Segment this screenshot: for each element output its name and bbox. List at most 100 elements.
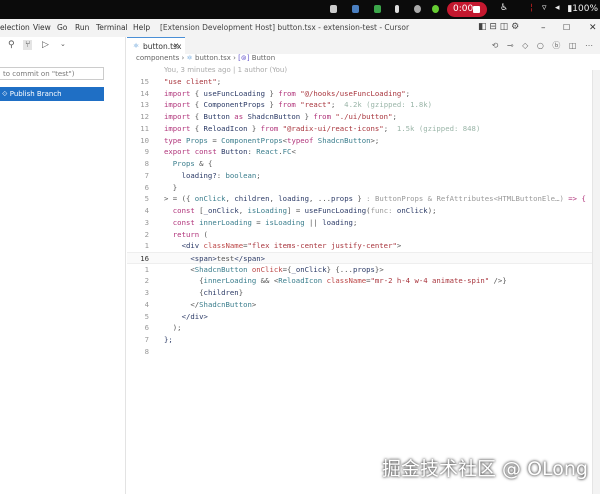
code-line[interactable]: 5 > = ({ onClick, children, loading, ...p… [127, 193, 592, 205]
code-token: import [164, 100, 191, 110]
code-token: >; [370, 135, 380, 145]
editor-scrollbar[interactable] [592, 70, 600, 494]
tray-app-icon[interactable] [330, 5, 337, 13]
code-text: loading?: boolean; [164, 170, 261, 182]
react-file-icon: ⚛ [133, 42, 140, 50]
layout-toggle-icons[interactable]: ◧ ⊟ ◫ ⚙ [478, 22, 519, 32]
close-button[interactable]: ✕ [589, 23, 597, 33]
menu-run[interactable]: Run [75, 23, 89, 32]
run-debug-icon[interactable]: ▷ [42, 40, 49, 50]
cloud-upload-icon: ⟐ [2, 90, 10, 98]
code-line[interactable]: 5 </div> [127, 311, 592, 323]
code-token: "flex items-center justify-center" [247, 241, 397, 251]
code-line[interactable]: 6 } [127, 182, 592, 194]
menu-terminal[interactable]: Terminal [96, 23, 128, 32]
editor-actions[interactable]: ⟲ ⊸ ◇ ○ ⓑ ◫ ⋯ [492, 40, 596, 51]
code-text: "use client"; [164, 76, 221, 88]
code-text: <ShadcnButton onClick={_onClick} {...pro… [164, 264, 383, 276]
line-number: 9 [144, 147, 149, 157]
code-token: { [190, 112, 204, 122]
code-line[interactable]: 12 import { Button as ShadcnButton } from… [127, 111, 592, 123]
maximize-button[interactable]: ☐ [563, 23, 570, 32]
git-blame-annotation[interactable]: You, 3 minutes ago | 1 author (You) [164, 66, 287, 74]
chevron-down-icon[interactable]: ⌄ [60, 40, 66, 48]
code-line[interactable]: 9 export const Button: React.FC< [127, 146, 592, 158]
code-line[interactable]: 2 {innerLoading && <ReloadIcon className… [127, 275, 592, 287]
code-line[interactable]: 13 import { ComponentProps } from "react"… [127, 99, 592, 111]
tray-settings-icon[interactable] [414, 5, 421, 13]
breadcrumb-folder[interactable]: components [136, 54, 179, 62]
code-line[interactable]: 3 const innerLoading = isLoading || load… [127, 217, 592, 229]
code-line[interactable]: 3 {children} [127, 287, 592, 299]
line-number: 2 [144, 229, 149, 239]
breadcrumb-file[interactable]: button.tsx [195, 54, 231, 62]
code-token: innerLoading [203, 276, 257, 286]
code-line[interactable]: 10 type Props = ComponentProps<typeof Sha… [127, 135, 592, 147]
code-line[interactable]: 7}; [127, 334, 592, 346]
code-line[interactable]: 4 const [_onClick, isLoading] = useFuncL… [127, 205, 592, 217]
recording-time: 0:00 [453, 4, 474, 14]
line-number: 6 [144, 182, 149, 192]
line-number: 14 [140, 88, 149, 98]
line-number: 10 [140, 135, 149, 145]
code-token: Props [181, 135, 208, 145]
battery-indicator[interactable]: ▮100% [567, 4, 598, 14]
code-text: > = ({ onClick, children, loading, ...pr… [164, 193, 586, 205]
code-text: }; [164, 334, 173, 346]
code-token: } [238, 288, 244, 298]
code-line[interactable]: 1 <div className="flex items-center just… [127, 240, 592, 252]
menu-selection[interactable]: election [0, 23, 30, 32]
tab-button-tsx[interactable]: ⚛ button.tsx ✕ [127, 37, 185, 54]
code-line[interactable]: 8 [127, 346, 592, 358]
breadcrumb-symbol[interactable]: Button [252, 54, 275, 62]
window-title: [Extension Development Host] button.tsx … [160, 23, 410, 32]
tray-app-icon[interactable] [395, 5, 399, 13]
code-line[interactable]: 16 <span>test</span> [127, 252, 592, 264]
code-line[interactable]: 7 loading?: boolean; [127, 170, 592, 182]
commit-message-input[interactable]: to commit on "test") [0, 67, 104, 80]
code-line[interactable]: 1 <ShadcnButton onClick={_onClick} {...p… [127, 264, 592, 276]
editor-tabs: ⚛ button.tsx ✕ ⟲ ⊸ ◇ ○ ⓑ ◫ ⋯ [127, 37, 600, 54]
code-line[interactable]: 2 return ( [127, 229, 592, 241]
menu-view[interactable]: View [33, 23, 51, 32]
code-line[interactable]: 11 import { ReloadIcon } from "@radix-ui/… [127, 123, 592, 135]
code-token: ReloadIcon [203, 123, 248, 133]
wifi-icon[interactable]: ▿ [542, 3, 547, 13]
tray-app-icon[interactable] [352, 5, 359, 13]
code-text: </ShadcnButton> [164, 299, 256, 311]
code-token: props [331, 194, 353, 204]
mic-icon[interactable]: ¦ [530, 3, 533, 13]
code-token: & { [194, 159, 213, 169]
code-token: Props [164, 159, 195, 169]
line-number: 11 [140, 123, 149, 133]
search-icon[interactable]: ⚲ [8, 40, 15, 50]
publish-branch-button[interactable]: ⟐ Publish Branch [0, 87, 104, 101]
code-token: > = ({ [164, 194, 195, 204]
code-token: "./ui/button" [330, 112, 393, 122]
code-editor[interactable]: 15 "use client"; 14 import { useFuncLoading… [127, 76, 592, 358]
code-line[interactable]: 14 import { useFuncLoading } from "@/hook… [127, 88, 592, 100]
code-token: className [322, 276, 367, 286]
wechat-icon[interactable] [374, 5, 381, 13]
code-token: from [313, 112, 331, 122]
code-token: props [352, 264, 375, 274]
code-line[interactable]: 8 Props & { [127, 158, 592, 170]
code-line[interactable]: 4 </ShadcnButton> [127, 299, 592, 311]
accessibility-icon[interactable]: ♿ [500, 3, 508, 13]
volume-icon[interactable]: ◂ [555, 3, 560, 13]
code-text: {innerLoading && <ReloadIcon className="… [164, 275, 507, 287]
close-tab-icon[interactable]: ✕ [173, 42, 179, 50]
source-control-icon[interactable]: ⑂ [23, 40, 33, 50]
menu-go[interactable]: Go [57, 23, 67, 32]
menu-help[interactable]: Help [133, 23, 150, 32]
code-token: { [164, 276, 204, 286]
recording-indicator[interactable]: 0:00 [447, 2, 487, 17]
code-token: } {... [326, 264, 353, 274]
minimize-button[interactable]: – [541, 23, 546, 33]
code-token: > [251, 299, 257, 309]
code-line[interactable]: 15 "use client"; [127, 76, 592, 88]
code-token: > [396, 241, 402, 251]
line-number: 8 [144, 346, 149, 356]
tray-status-icon[interactable] [432, 5, 439, 13]
code-line[interactable]: 6 ); [127, 322, 592, 334]
